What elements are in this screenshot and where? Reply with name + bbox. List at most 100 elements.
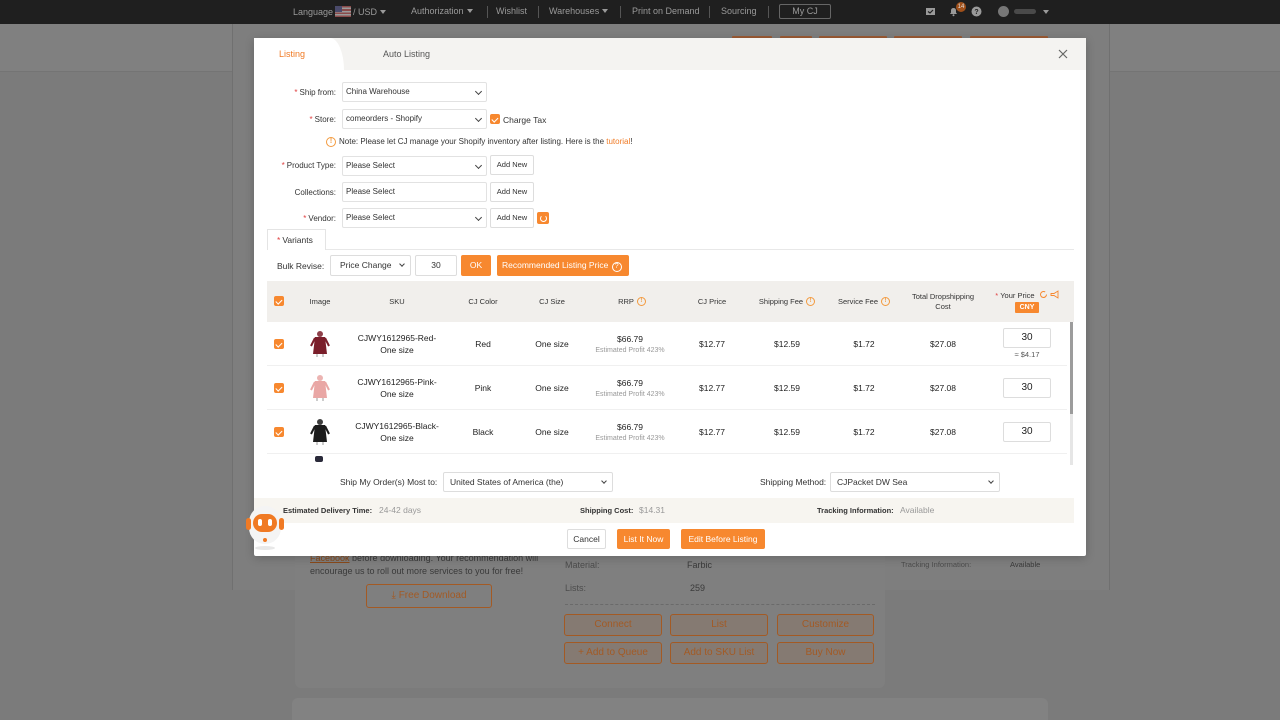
chevron-down-icon — [601, 478, 607, 484]
info-icon[interactable]: ! — [636, 297, 646, 306]
product-type-select[interactable]: Please Select — [342, 156, 487, 176]
currency-badge[interactable]: CNY — [1014, 302, 1040, 314]
cj-price-cell: $12.77 — [699, 338, 725, 349]
nav-wishlist[interactable]: Wishlist — [496, 6, 527, 16]
language-selector[interactable]: Language / USD — [293, 6, 387, 17]
vendor-select[interactable]: Please Select — [342, 208, 487, 228]
my-cj-button[interactable]: My CJ — [779, 4, 831, 19]
chatbot-icon[interactable] — [243, 504, 287, 552]
megaphone-icon[interactable] — [1050, 289, 1059, 299]
refresh-icon[interactable] — [1039, 290, 1048, 299]
warehouses-label: Warehouses — [549, 6, 600, 16]
buy-now-button[interactable]: Buy Now — [777, 642, 874, 664]
chevron-down-icon — [474, 114, 483, 123]
cj-price-cell: $12.77 — [699, 426, 725, 437]
refresh-icon[interactable] — [537, 212, 549, 224]
tab-auto-listing[interactable]: Auto Listing — [383, 38, 430, 70]
product-type-value: Please Select — [346, 161, 395, 170]
username-redacted[interactable] — [1014, 9, 1036, 14]
nav-sourcing[interactable]: Sourcing — [721, 6, 757, 16]
estimated-profit: Estimated Profit 423% — [595, 346, 665, 354]
variants-tab[interactable]: * Variants — [267, 229, 326, 250]
task-check-icon[interactable] — [925, 6, 936, 17]
help-icon: ? — [611, 262, 622, 272]
help-icon[interactable]: ? — [971, 6, 982, 17]
free-download-button[interactable]: ⤓ Free Download — [366, 584, 492, 608]
rrp-cell: $66.79 Estimated Profit 423% — [595, 378, 665, 398]
info-icon[interactable]: ! — [806, 297, 816, 306]
lists-label: Lists: — [565, 583, 587, 593]
service-fee-cell: $1.72 — [853, 338, 875, 349]
store-select[interactable]: comeorders - Shopify — [342, 109, 487, 129]
your-price-cell: 30 — [985, 410, 1069, 454]
size-cell: One size — [535, 426, 569, 437]
your-price-input[interactable]: 30 — [1003, 378, 1051, 398]
free-download-label: Free Download — [398, 590, 467, 601]
shipping-method-select[interactable]: CJPacket DW Sea — [830, 472, 1000, 492]
caret-down-icon — [602, 9, 609, 13]
nav-warehouses[interactable]: Warehouses — [549, 6, 609, 16]
your-price-input[interactable]: 30 — [1003, 327, 1051, 348]
rrp-cell: $66.79 Estimated Profit 423% — [595, 422, 665, 442]
add-product-type-button[interactable]: Add New — [490, 155, 534, 175]
tab-listing[interactable]: Listing — [254, 38, 344, 70]
ship-to-select[interactable]: United States of America (the) — [443, 472, 613, 492]
product-thumbnail — [297, 410, 343, 454]
add-vendor-button[interactable]: Add New — [490, 208, 534, 228]
table-row: CJWY1612965-Pink- One size Pink One size $66… — [267, 366, 1067, 410]
converted-price: ≈ $4.17 — [1014, 349, 1040, 359]
charge-tax-checkbox[interactable] — [490, 114, 500, 124]
total-cost-cell: $27.08 — [930, 338, 956, 349]
row-checkbox[interactable] — [274, 383, 284, 393]
edit-before-listing-button[interactable]: Edit Before Listing — [681, 529, 765, 549]
add-to-sku-list-button[interactable]: Add to SKU List — [670, 642, 768, 664]
add-to-queue-button[interactable]: + Add to Queue — [564, 642, 662, 664]
caret-down-icon[interactable] — [1043, 10, 1049, 14]
add-collection-button[interactable]: Add New — [490, 182, 534, 202]
header-sku: SKU — [389, 296, 405, 306]
header-your-price: * Your Price CNY — [985, 281, 1069, 322]
divider — [326, 249, 1074, 250]
info-icon[interactable]: ! — [881, 297, 891, 306]
list-it-now-button[interactable]: List It Now — [617, 529, 670, 549]
chevron-down-icon — [399, 261, 405, 267]
your-price-input[interactable]: 30 — [1003, 422, 1051, 442]
material-label: Material: — [565, 560, 600, 570]
row-checkbox[interactable] — [274, 427, 284, 437]
ship-to-label: Ship My Order(s) Most to: — [340, 477, 438, 487]
bulk-value-input[interactable]: 30 — [415, 255, 457, 276]
select-all-checkbox[interactable] — [274, 296, 284, 306]
list-button[interactable]: List — [670, 614, 768, 636]
svg-text:?: ? — [974, 9, 978, 16]
collections-input[interactable]: Please Select — [342, 182, 487, 202]
tutorial-link[interactable]: tutorial — [606, 137, 630, 146]
sku-cell: CJWY1612965-Red- One size — [357, 332, 437, 355]
customize-button[interactable]: Customize — [777, 614, 874, 636]
nav-print-on-demand[interactable]: Print on Demand — [632, 6, 700, 16]
bulk-mode-value: Price Change — [340, 260, 392, 270]
connect-button[interactable]: Connect — [564, 614, 662, 636]
color-cell: Red — [475, 338, 491, 349]
cancel-button[interactable]: Cancel — [567, 529, 606, 549]
nav-authorization[interactable]: Authorization — [411, 6, 473, 16]
caret-down-icon — [466, 9, 473, 13]
row-checkbox[interactable] — [274, 339, 284, 349]
ship-from-select[interactable]: China Warehouse — [342, 82, 487, 102]
ok-button[interactable]: OK — [461, 255, 491, 276]
close-icon[interactable] — [1056, 47, 1070, 61]
table-scrollbar-thumb[interactable] — [1070, 322, 1073, 414]
shipping-info-bar: Estimated Delivery Time: 24-42 days Ship… — [254, 498, 1074, 523]
total-cost-cell: $27.08 — [930, 426, 956, 437]
bulk-revise-select[interactable]: Price Change — [330, 255, 411, 276]
collections-value: Please Select — [346, 187, 395, 196]
variants-table: Image SKU CJ Color CJ Size RRP! CJ Price… — [267, 281, 1074, 465]
your-price-cell: 30 — [985, 366, 1069, 410]
cj-price-cell: $12.77 — [699, 382, 725, 393]
product-type-label: * Product Type: — [281, 161, 336, 170]
ship-to-value: United States of America (the) — [450, 477, 564, 487]
avatar[interactable] — [998, 6, 1009, 17]
charge-tax-label: Charge Tax — [503, 115, 547, 125]
nav-divider — [538, 6, 539, 18]
recommended-price-button[interactable]: Recommended Listing Price ? — [497, 255, 629, 276]
service-fee-cell: $1.72 — [853, 382, 875, 393]
